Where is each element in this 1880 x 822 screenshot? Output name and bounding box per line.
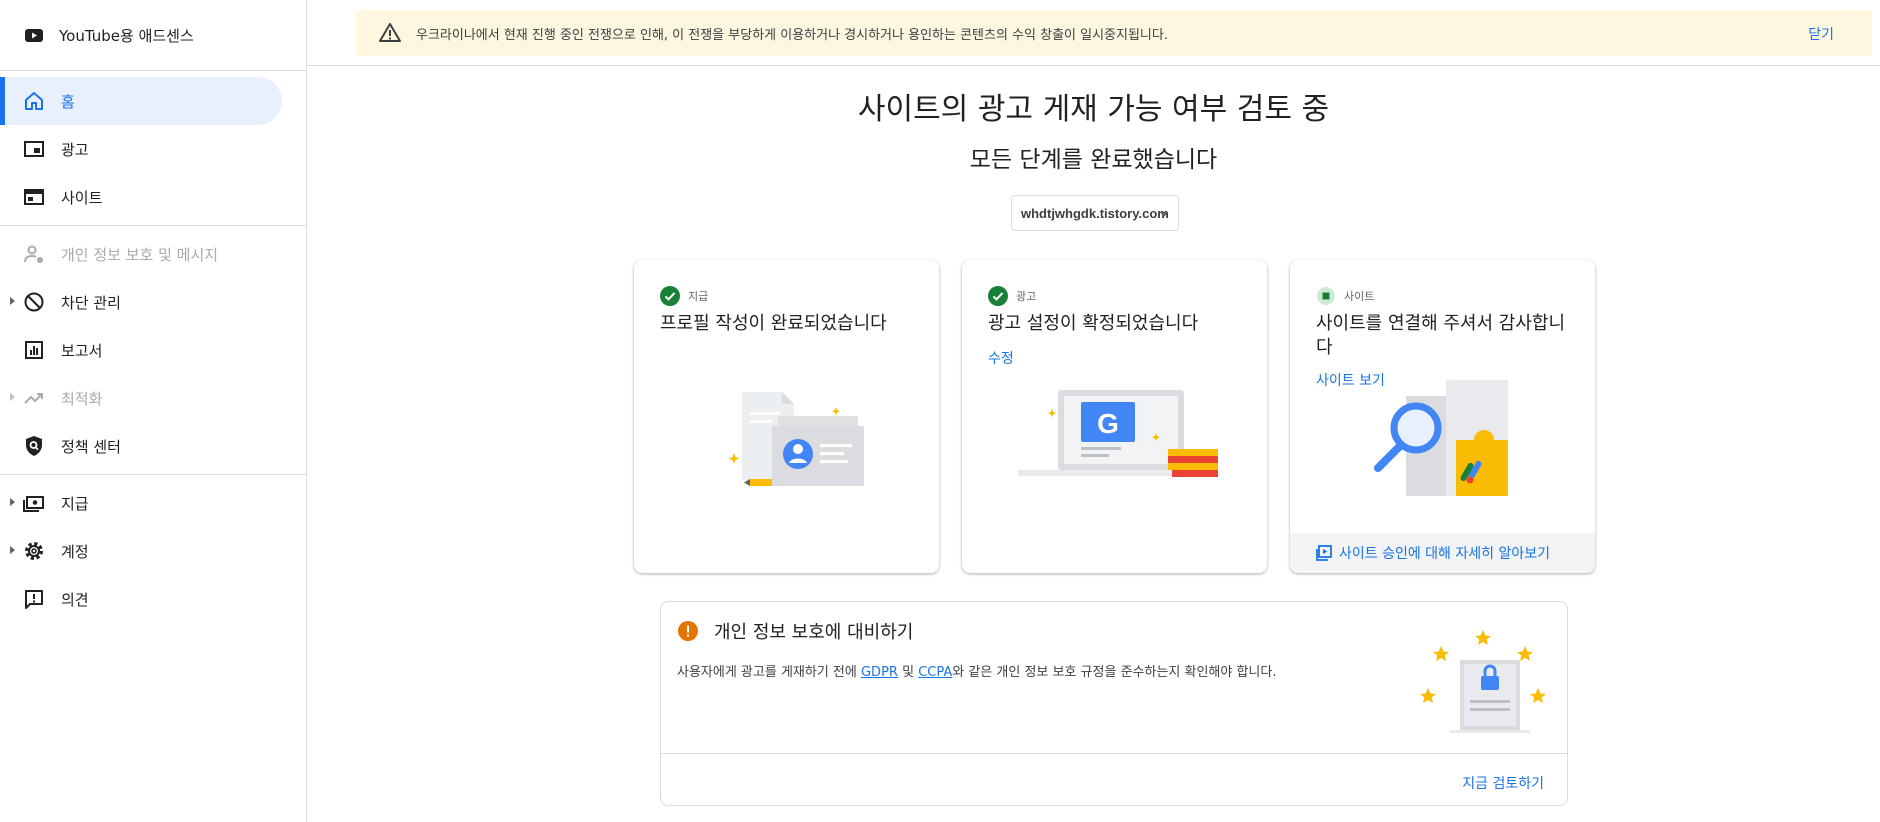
ads-icon [24,141,44,157]
banner-close-button[interactable]: 닫기 [1808,24,1834,44]
sidebar-item-optimization[interactable]: 최적화 [0,374,306,422]
sidebar-item-label: 사이트 [61,188,103,207]
page-subtitle: 모든 단계를 완료했습니다 [969,147,1218,173]
feedback-icon [25,590,43,609]
trending-icon [24,393,43,404]
war-notice-banner: 우크라이나에서 현재 진행 중인 전쟁으로 인해, 이 전쟁을 부당하게 이용하… [356,10,1872,56]
sidebar-item-label: 차단 관리 [61,293,121,312]
video-library-icon [1316,545,1332,561]
sidebar-item-label: 홈 [61,92,75,111]
site-step-card: 사이트 사이트를 연결해 주셔서 감사합니다 사이트 보기 사이트 승인에 대해… [1290,260,1595,573]
sidebar-item-label: 계정 [61,542,89,561]
sidebar-item-feedback[interactable]: 의견 [0,575,306,623]
privacy-title: 개인 정보 보호에 대비하기 [714,622,914,643]
sidebar-item-label: 지급 [61,494,89,513]
footer-link-label: 사이트 승인에 대해 자세히 알아보기 [1339,546,1550,562]
expand-caret-icon[interactable] [10,393,15,401]
sidebar-item-label: 의견 [61,590,89,609]
sidebar-item-label: 광고 [61,140,89,159]
site-select-value: whdtjwhgdk.tistory.com [1021,205,1169,221]
privacy-person-icon [24,245,43,263]
main-content: 우크라이나에서 현재 진행 중인 전쟁으로 인해, 이 전쟁을 부당하게 이용하… [307,0,1880,822]
site-select-dropdown[interactable]: whdtjwhgdk.tistory.com [1011,195,1179,231]
check-circle-icon [988,286,1008,306]
privacy-body-text: 와 같은 개인 정보 보호 규정을 준수하는지 확인해야 합니다. [952,665,1277,680]
sidebar-item-blocking-controls[interactable]: 차단 관리 [0,278,306,326]
gdpr-link[interactable]: GDPR [861,665,898,680]
sidebar-item-label: 최적화 [61,389,103,408]
block-icon [24,292,44,312]
puzzle-search-illustration [1374,380,1508,496]
review-now-button[interactable]: 지금 검토하기 [1462,773,1544,793]
profile-documents-illustration [728,392,864,486]
sidebar-item-label: 정책 센터 [61,437,121,456]
expand-caret-icon[interactable] [10,297,15,305]
sidebar-item-account[interactable]: 계정 [0,527,306,575]
privacy-body-text: 사용자에게 광고를 게재하기 전에 [677,665,861,680]
svg-text:G: G [1097,408,1119,439]
warning-triangle-icon [379,23,401,42]
sidebar-item-sites[interactable]: 사이트 [0,173,306,221]
sidebar-item-payments[interactable]: 지급 [0,479,306,527]
sites-icon [24,189,44,205]
ads-step-card: 광고 광고 설정이 확정되었습니다 수정 G [962,260,1267,573]
privacy-prep-card: 개인 정보 보호에 대비하기 사용자에게 광고를 게재하기 전에 GDPR 및 … [660,601,1568,806]
learn-site-approval-link[interactable]: 사이트 승인에 대해 자세히 알아보기 [1290,533,1595,573]
card-title: 사이트를 연결해 주셔서 감사합니다 [1316,313,1566,358]
check-circle-icon [660,286,680,306]
privacy-body-text: 및 [897,665,919,680]
expand-caret-icon[interactable] [10,546,15,554]
gear-icon [25,542,43,560]
sidebar: YouTube용 애드센스 홈 광고 사이트 개인 정보 보호 및 메시지 차단… [0,0,307,822]
laptop-google-illustration: G [1018,390,1218,477]
sidebar-item-label: 보고서 [61,341,103,360]
card-title: 프로필 작성이 완료되었습니다 [660,313,887,334]
sidebar-item-privacy-messaging[interactable]: 개인 정보 보호 및 메시지 [0,230,306,278]
pending-square-icon [1317,287,1335,305]
page-title: 사이트의 광고 게재 가능 여부 검토 중 [857,92,1330,127]
lock-stars-illustration [1420,630,1546,733]
card-title: 광고 설정이 확정되었습니다 [988,313,1199,334]
sidebar-item-policy-center[interactable]: 정책 센터 [0,422,306,470]
card-tag: 지급 [688,290,709,303]
ccpa-link[interactable]: CCPA [918,665,952,680]
privacy-body: 사용자에게 광고를 게재하기 전에 GDPR 및 CCPA와 같은 개인 정보 … [677,661,1276,680]
header-divider [307,65,1880,66]
card-tag: 광고 [1016,290,1037,303]
app-switcher[interactable]: YouTube용 애드센스 [0,0,306,70]
reports-icon [25,341,43,359]
banner-message: 우크라이나에서 현재 진행 중인 전쟁으로 인해, 이 전쟁을 부당하게 이용하… [416,27,1168,43]
edit-link[interactable]: 수정 [988,348,1014,368]
sidebar-item-reports[interactable]: 보고서 [0,326,306,374]
expand-caret-icon[interactable] [10,498,15,506]
dropdown-arrow-icon [1160,212,1168,217]
sidebar-item-label: 개인 정보 보호 및 메시지 [61,245,219,264]
card-tag: 사이트 [1344,290,1375,303]
policy-shield-icon [26,436,42,456]
youtube-icon [25,29,43,42]
privacy-divider [661,753,1567,754]
sidebar-item-ads[interactable]: 광고 [0,125,306,173]
alert-circle-icon [678,621,698,641]
home-icon [25,92,43,110]
payments-step-card: 지급 프로필 작성이 완료되었습니다 [634,260,939,573]
sidebar-item-home[interactable]: 홈 [0,77,282,125]
app-title: YouTube용 애드센스 [59,26,194,45]
payments-icon [23,496,44,512]
